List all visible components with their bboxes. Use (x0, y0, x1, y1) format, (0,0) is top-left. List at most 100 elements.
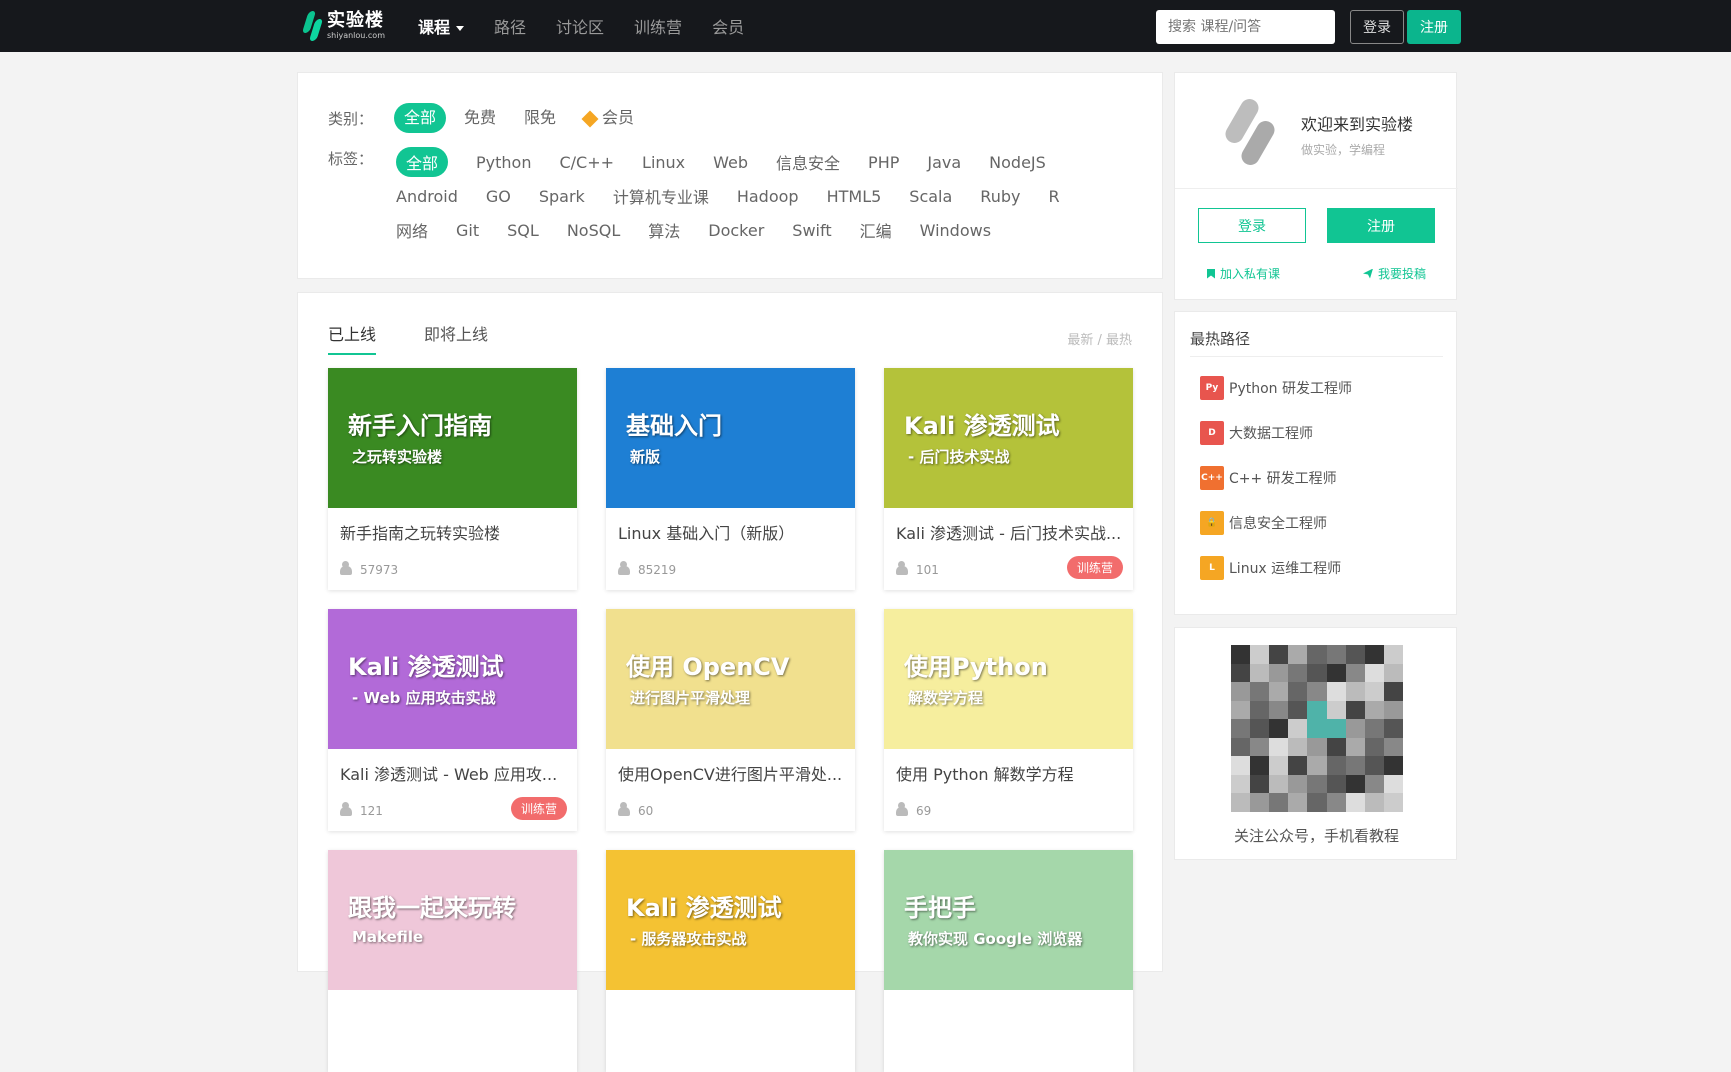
learner-count-value: 121 (360, 804, 383, 818)
submit-article-link[interactable]: 我要投稿 (1363, 265, 1426, 282)
thumbnail-subtitle: Makefile (352, 928, 424, 946)
tag-item[interactable]: Hadoop (737, 187, 799, 206)
learner-count: 69 (896, 801, 931, 818)
nav-item-membership[interactable]: 会员 (712, 14, 744, 38)
category-all[interactable]: 全部 (394, 103, 447, 133)
path-label: Python 研发工程师 (1229, 381, 1352, 397)
logo-icon (301, 10, 324, 42)
category-filter: 类别： 全部 免费 限免 会员 (328, 103, 652, 133)
tab-upcoming[interactable]: 即将上线 (424, 321, 488, 355)
sort-links[interactable]: 最新 / 最热 (1067, 329, 1132, 348)
course-title[interactable]: 使用OpenCV进行图片平滑处... (618, 761, 846, 785)
tag-item[interactable]: SQL (507, 221, 539, 240)
tag-row: 网络 Git SQL NoSQL 算法 Docker Swift 汇编 Windows (396, 213, 1086, 247)
tag-item[interactable]: C/C++ (559, 153, 614, 172)
nav-item-forum[interactable]: 讨论区 (556, 14, 604, 38)
course-thumbnail[interactable]: Kali 渗透测试 - 服务器攻击实战 (606, 850, 855, 990)
path-label: Linux 运维工程师 (1229, 561, 1342, 577)
course-card[interactable]: 跟我一起来玩转 Makefile (328, 850, 577, 1072)
tag-item[interactable]: GO (486, 187, 511, 206)
tag-item[interactable]: Java (927, 153, 961, 172)
course-thumbnail[interactable]: Kali 渗透测试 - Web 应用攻击实战 (328, 609, 577, 749)
hot-paths-title: 最热路径 (1190, 330, 1251, 348)
search-input[interactable] (1156, 10, 1335, 44)
nav-item-paths[interactable]: 路径 (494, 14, 526, 38)
course-thumbnail[interactable]: 新手入门指南 之玩转实验楼 (328, 368, 577, 508)
course-thumbnail[interactable]: 使用Python 解数学方程 (884, 609, 1133, 749)
tab-online[interactable]: 已上线 (328, 321, 377, 355)
course-thumbnail[interactable]: Kali 渗透测试 - 后门技术实战 (884, 368, 1133, 508)
site-logo[interactable]: 实验楼 shiyanlou.com (301, 10, 385, 42)
nav-item-bootcamp[interactable]: 训练营 (634, 14, 682, 38)
course-title[interactable]: Kali 渗透测试 - Web 应用攻... (340, 761, 568, 785)
course-card[interactable]: 新手入门指南 之玩转实验楼 新手指南之玩转实验楼 57973 (328, 368, 577, 590)
tag-item[interactable]: 计算机专业课 (613, 184, 709, 208)
course-card[interactable]: 基础入门 新版 Linux 基础入门（新版） 85219 (606, 368, 855, 590)
learner-count: 60 (618, 801, 653, 818)
join-private-course-link[interactable]: 加入私有课 (1207, 265, 1280, 282)
users-icon (618, 560, 630, 575)
path-item[interactable]: D 大数据工程师 (1200, 421, 1313, 445)
path-item[interactable]: C++ C++ 研发工程师 (1200, 466, 1337, 490)
course-title[interactable]: Linux 基础入门（新版） (618, 520, 846, 544)
course-title[interactable]: 使用 Python 解数学方程 (896, 761, 1124, 785)
lock-icon: 🔒 (1200, 511, 1224, 535)
tag-item[interactable]: 算法 (648, 218, 680, 242)
tag-item[interactable]: Windows (920, 221, 991, 240)
category-limited-free[interactable]: 限免 (514, 103, 566, 133)
course-title[interactable]: 新手指南之玩转实验楼 (340, 520, 568, 544)
learner-count-value: 85219 (638, 563, 677, 577)
tag-item[interactable]: 汇编 (860, 218, 892, 242)
tag-item[interactable]: NoSQL (567, 221, 620, 240)
tag-item[interactable]: Ruby (980, 187, 1020, 206)
learner-count: 101 (896, 560, 939, 577)
tag-item[interactable]: Git (456, 221, 479, 240)
register-button[interactable]: 注册 (1407, 10, 1461, 44)
tag-item[interactable]: R (1048, 187, 1059, 206)
path-item[interactable]: Py Python 研发工程师 (1200, 376, 1352, 400)
course-card[interactable]: Kali 渗透测试 - Web 应用攻击实战 Kali 渗透测试 - Web 应用攻… (328, 609, 577, 831)
tag-item[interactable]: 全部 (396, 147, 449, 177)
sidebar-register-button[interactable]: 注册 (1327, 208, 1435, 243)
tag-item[interactable]: Linux (642, 153, 685, 172)
tag-item[interactable]: Docker (708, 221, 764, 240)
tag-item[interactable]: 信息安全 (776, 150, 840, 174)
tag-item[interactable]: HTML5 (827, 187, 882, 206)
course-card[interactable]: Kali 渗透测试 - 后门技术实战 Kali 渗透测试 - 后门技术实战... 10… (884, 368, 1133, 590)
tag-item[interactable]: PHP (868, 153, 899, 172)
tag-item[interactable]: Swift (792, 221, 831, 240)
category-free[interactable]: 免费 (454, 103, 506, 133)
cpp-icon: C++ (1200, 466, 1224, 490)
category-label: 类别： (328, 109, 374, 128)
tag-item[interactable]: 网络 (396, 218, 428, 242)
path-item[interactable]: L Linux 运维工程师 (1200, 556, 1341, 580)
qr-panel: 关注公众号，手机看教程 (1174, 627, 1457, 860)
course-thumbnail[interactable]: 手把手 教你实现 Google 浏览器 (884, 850, 1133, 990)
tag-item[interactable]: Spark (539, 187, 585, 206)
course-thumbnail[interactable]: 基础入门 新版 (606, 368, 855, 508)
tag-item[interactable]: Scala (909, 187, 952, 206)
course-tabs: 已上线 即将上线 (328, 321, 536, 355)
tag-item[interactable]: NodeJS (989, 153, 1046, 172)
thumbnail-title: 跟我一起来玩转 (348, 894, 516, 922)
course-thumbnail[interactable]: 跟我一起来玩转 Makefile (328, 850, 577, 990)
qr-caption: 关注公众号，手机看教程 (1233, 827, 1399, 845)
course-thumbnail[interactable]: 使用 OpenCV 进行图片平滑处理 (606, 609, 855, 749)
sidebar-login-button[interactable]: 登录 (1198, 208, 1306, 243)
linux-icon: L (1200, 556, 1224, 580)
tag-item[interactable]: Android (396, 187, 458, 206)
login-button[interactable]: 登录 (1350, 10, 1404, 44)
path-item[interactable]: 🔒 信息安全工程师 (1200, 511, 1327, 535)
course-card[interactable]: 使用 OpenCV 进行图片平滑处理使用OpenCV进行图片平滑处... 60 (606, 609, 855, 831)
logo-title: 实验楼 (327, 10, 384, 31)
qr-code-image (1231, 645, 1403, 812)
course-title[interactable]: Kali 渗透测试 - 后门技术实战... (896, 520, 1124, 544)
thumbnail-subtitle: - Web 应用攻击实战 (352, 689, 496, 707)
category-vip[interactable]: 会员 (574, 103, 644, 133)
course-card[interactable]: 使用Python 解数学方程使用 Python 解数学方程 69 (884, 609, 1133, 831)
nav-item-courses[interactable]: 课程 (418, 14, 465, 38)
tag-item[interactable]: Web (713, 153, 748, 172)
tag-item[interactable]: Python (476, 153, 531, 172)
course-card[interactable]: Kali 渗透测试 - 服务器攻击实战 (606, 850, 855, 1072)
course-card[interactable]: 手把手 教你实现 Google 浏览器 (884, 850, 1133, 1072)
